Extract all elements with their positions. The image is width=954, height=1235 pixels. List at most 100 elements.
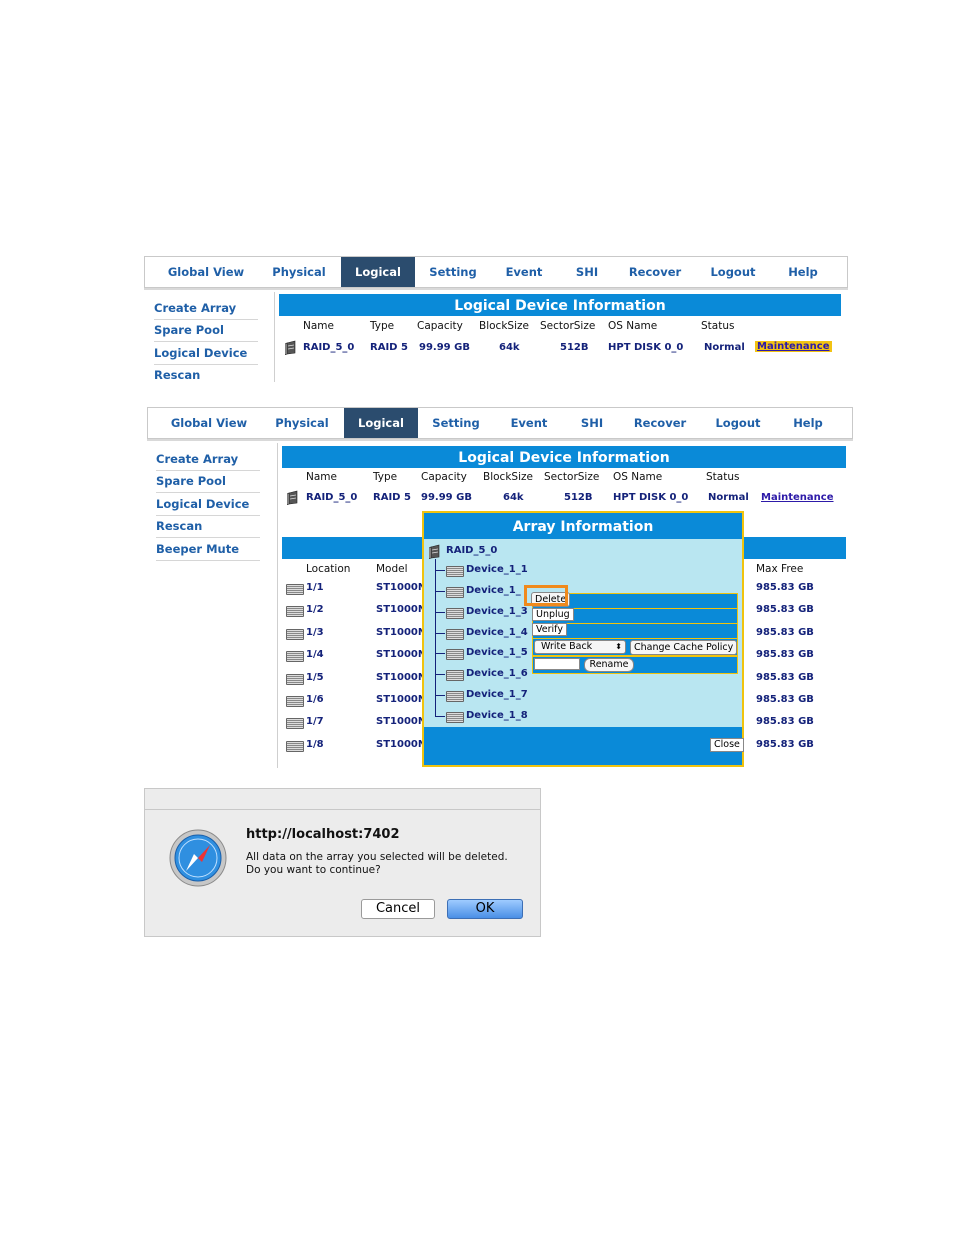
array-sectorsize: 512B: [560, 342, 589, 353]
tab-help[interactable]: Help: [784, 408, 832, 438]
tab-event[interactable]: Event: [498, 408, 560, 438]
tab-global-view[interactable]: Global View: [159, 257, 253, 287]
physical-loc: 1/5: [306, 672, 324, 683]
tab-shi[interactable]: SHI: [563, 257, 611, 287]
sidebar-item-rescan[interactable]: Rescan: [156, 515, 260, 538]
tab-logout[interactable]: Logout: [701, 257, 765, 287]
physical-loc: 1/3: [306, 627, 324, 638]
tab-logout[interactable]: Logout: [706, 408, 770, 438]
tree-device-label[interactable]: Device_1_7: [466, 689, 528, 700]
col-max-free: Max Free: [756, 563, 804, 575]
sidebar-item-rescan[interactable]: Rescan: [154, 364, 258, 386]
close-button[interactable]: Close: [710, 738, 744, 752]
col-type: Type: [370, 320, 395, 332]
tree-branch: [435, 653, 445, 654]
tab-physical[interactable]: Physical: [256, 408, 348, 438]
disk-icon: [286, 629, 304, 640]
tab-shi[interactable]: SHI: [568, 408, 616, 438]
tab-recover[interactable]: Recover: [624, 408, 696, 438]
sidebar-item-logical-device[interactable]: Logical Device: [156, 493, 260, 516]
col-os-name: OS Name: [613, 471, 663, 483]
sidebar-item-create-array[interactable]: Create Array: [154, 297, 258, 320]
tab-physical[interactable]: Physical: [253, 257, 345, 287]
col-location: Location: [306, 563, 351, 575]
ok-button[interactable]: OK: [447, 899, 523, 919]
tree-device-label[interactable]: Device_1_8: [466, 710, 528, 721]
tree-connector: [435, 559, 436, 716]
sidebar-item-beeper-mute[interactable]: Beeper Mute: [156, 538, 260, 561]
disk-icon: [286, 741, 304, 752]
tab-help[interactable]: Help: [779, 257, 827, 287]
col-type: Type: [373, 471, 398, 483]
tree-device-label[interactable]: Device_1_5: [466, 647, 528, 658]
tree-device-label[interactable]: Device_1_6: [466, 668, 528, 679]
physical-model: ST1000N: [376, 716, 427, 727]
tab-global-view[interactable]: Global View: [162, 408, 256, 438]
disk-icon: [446, 712, 464, 723]
physical-loc: 1/2: [306, 604, 324, 615]
tree-branch: [435, 716, 445, 717]
tab-recover[interactable]: Recover: [619, 257, 691, 287]
logical-info-header-2: Logical Device Information: [282, 446, 846, 468]
dialog-message: All data on the array you selected will …: [246, 851, 508, 876]
tab-setting[interactable]: Setting: [420, 408, 492, 438]
col-os-name: OS Name: [608, 320, 658, 332]
sidebar-item-logical-device[interactable]: Logical Device: [154, 342, 258, 365]
array-capacity: 99.99 GB: [419, 342, 470, 353]
physical-loc: 1/6: [306, 694, 324, 705]
maintenance-link[interactable]: Maintenance: [761, 492, 834, 503]
tree-device-label[interactable]: Device_1_3: [466, 606, 528, 617]
sidebar-item-spare-pool[interactable]: Spare Pool: [154, 319, 258, 342]
array-info-title: Array Information: [424, 513, 742, 539]
col-sectorsize: SectorSize: [544, 471, 600, 483]
cancel-button[interactable]: Cancel: [361, 899, 435, 919]
disk-icon: [446, 587, 464, 598]
cache-policy-select[interactable]: Write Back ⬍: [534, 640, 626, 654]
disk-icon: [286, 718, 304, 729]
physical-model: ST1000N: [376, 604, 427, 615]
rename-input[interactable]: [534, 658, 580, 670]
dialog-title: http://localhost:7402: [246, 827, 400, 842]
verify-button[interactable]: Verify: [532, 623, 567, 636]
array-name: RAID_5_0: [303, 342, 355, 353]
array-capacity: 99.99 GB: [421, 492, 472, 503]
tab-logical[interactable]: Logical: [341, 257, 415, 287]
maintenance-link[interactable]: Maintenance: [755, 341, 832, 352]
unplug-button[interactable]: Unplug: [532, 608, 574, 621]
array-sectorsize: 512B: [564, 492, 593, 503]
sidebar-item-spare-pool[interactable]: Spare Pool: [156, 470, 260, 493]
disk-icon: [446, 629, 464, 640]
tab-logical[interactable]: Logical: [344, 408, 418, 438]
sidebar-item-create-array[interactable]: Create Array: [156, 448, 260, 471]
tab-setting[interactable]: Setting: [417, 257, 489, 287]
physical-free: 985.83 GB: [756, 604, 814, 615]
logical-info-header-1: Logical Device Information: [279, 294, 841, 316]
tab-event[interactable]: Event: [493, 257, 555, 287]
physical-free: 985.83 GB: [756, 649, 814, 660]
array-status: Normal: [708, 492, 749, 503]
physical-model: ST1000N: [376, 582, 427, 593]
raid-array-icon: [429, 544, 440, 559]
tree-device-label[interactable]: Device_1_4: [466, 627, 528, 638]
disk-icon: [446, 691, 464, 702]
col-capacity: Capacity: [417, 320, 463, 332]
col-blocksize: BlockSize: [483, 471, 533, 483]
disk-icon: [286, 584, 304, 595]
rename-button[interactable]: Rename: [584, 658, 634, 672]
tree-device-label[interactable]: Device_1_: [466, 585, 521, 596]
disk-icon: [286, 696, 304, 707]
disk-icon: [286, 651, 304, 662]
col-capacity: Capacity: [421, 471, 467, 483]
disk-icon: [286, 674, 304, 685]
tree-branch: [435, 570, 445, 571]
tree-root-label[interactable]: RAID_5_0: [446, 545, 497, 556]
disk-icon: [446, 608, 464, 619]
change-cache-policy-button[interactable]: Change Cache Policy: [630, 640, 738, 655]
physical-loc: 1/7: [306, 716, 324, 727]
physical-loc: 1/1: [306, 582, 324, 593]
tree-device-label[interactable]: Device_1_1: [466, 564, 528, 575]
physical-free: 985.83 GB: [756, 582, 814, 593]
physical-free: 985.83 GB: [756, 716, 814, 727]
physical-free: 985.83 GB: [756, 694, 814, 705]
array-blocksize: 64k: [499, 342, 520, 353]
